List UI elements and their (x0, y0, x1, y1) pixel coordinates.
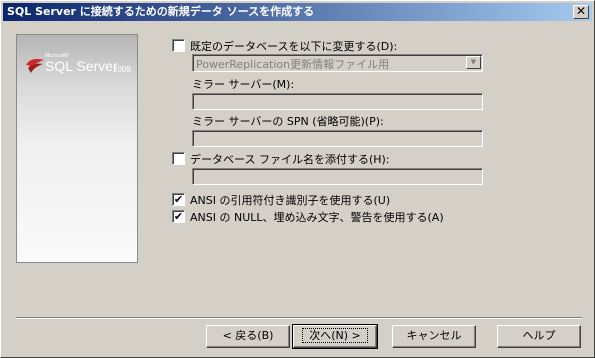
change-default-db-label: 既定のデータベースを以下に変更する(D): (190, 40, 398, 53)
close-button[interactable]: ✕ (573, 5, 589, 19)
product-banner: Microsoft® SQL Server 2008 (16, 34, 138, 263)
default-db-select[interactable]: PowerReplication更新情報ファイル用 ▼ (192, 54, 483, 72)
button-separator (16, 317, 582, 319)
mirror-server-label: ミラー サーバー(M): (192, 78, 295, 91)
back-button[interactable]: < 戻る(B) (206, 325, 290, 348)
sql-server-logo-mark-icon (26, 58, 44, 73)
default-db-select-value: PowerReplication更新情報ファイル用 (196, 58, 390, 71)
window-title: SQL Server に接続するための新規データ ソースを作成する (7, 5, 315, 18)
sql-server-logo: Microsoft® SQL Server 2008 (23, 50, 137, 84)
default-db-dropdown-button[interactable]: ▼ (466, 56, 481, 69)
attach-db-path-input[interactable] (192, 168, 483, 185)
attach-db-file-checkbox[interactable] (172, 152, 185, 165)
mirror-spn-input[interactable] (192, 130, 483, 147)
logo-year-text: 2008 (113, 65, 131, 74)
dialog-window: SQL Server に接続するための新規データ ソースを作成する ✕ Micr… (0, 0, 595, 358)
next-button[interactable]: 次へ(N) > (292, 324, 378, 349)
help-button[interactable]: ヘルプ (497, 325, 581, 348)
ansi-quoted-label: ANSI の引用符付き識別子を使用する(U) (190, 194, 391, 207)
close-icon: ✕ (575, 4, 587, 18)
ansi-quoted-checkbox[interactable]: ✔ (172, 193, 185, 206)
mirror-spn-label: ミラー サーバーの SPN (省略可能)(P): (192, 115, 384, 128)
ansi-nulls-label: ANSI の NULL、埋め込み文字、警告を使用する(A) (190, 211, 444, 224)
mirror-server-input[interactable] (192, 93, 483, 110)
checkmark-icon: ✔ (173, 193, 184, 206)
logo-product-text: SQL Server (45, 58, 118, 74)
next-button-label: 次へ(N) > (302, 328, 368, 343)
chevron-down-icon: ▼ (470, 58, 477, 66)
cancel-button[interactable]: キャンセル (392, 325, 476, 348)
attach-db-file-label: データベース ファイル名を添付する(H): (190, 153, 390, 166)
checkmark-icon: ✔ (173, 210, 184, 223)
title-bar: SQL Server に接続するための新規データ ソースを作成する ✕ (3, 3, 592, 21)
change-default-db-checkbox[interactable] (172, 39, 185, 52)
ansi-nulls-checkbox[interactable]: ✔ (172, 210, 185, 223)
